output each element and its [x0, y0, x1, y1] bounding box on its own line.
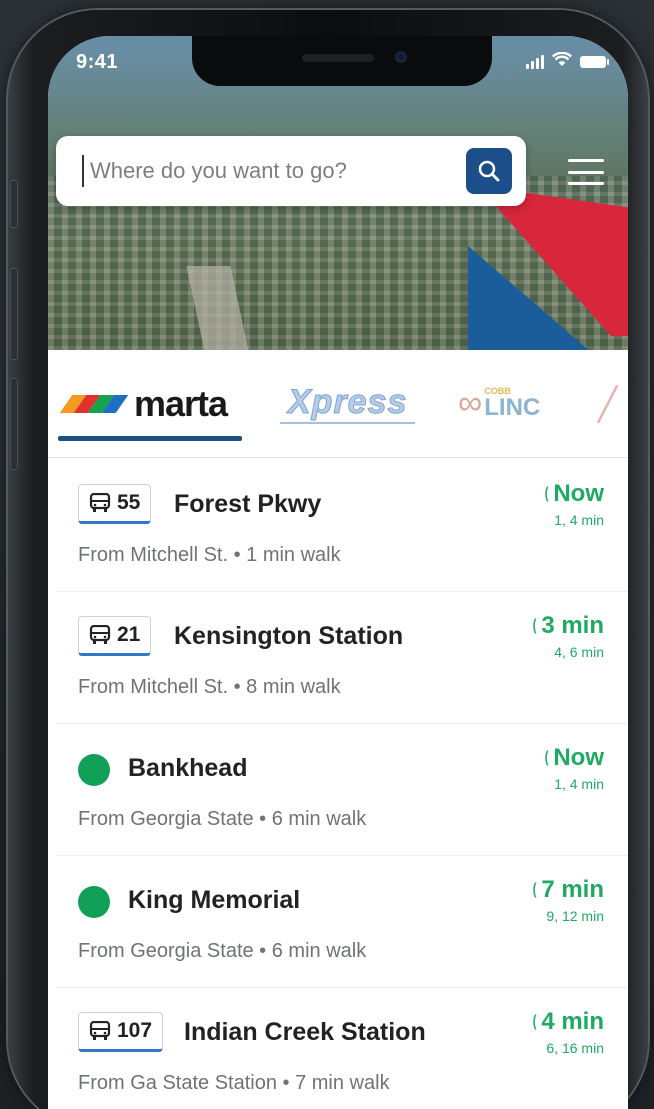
xpress-logo-text: Xpress: [280, 383, 416, 424]
walk-info: From Mitchell St. • 1 min walk: [78, 544, 341, 566]
eta-next: 4, 6 min: [554, 644, 604, 660]
destination-name: Kensington Station: [174, 622, 404, 650]
eta-primary: Now: [553, 480, 604, 507]
eta-primary: 4 min: [541, 1008, 604, 1035]
cobblinc-logo-icon: ∞: [458, 384, 483, 422]
route-number: 107: [117, 1019, 153, 1042]
search-button[interactable]: [466, 148, 512, 194]
destination-name: Forest Pkwy: [174, 490, 322, 518]
bus-icon: [89, 493, 111, 512]
cobblinc-logo-big: LINC: [484, 394, 541, 421]
route-number: 21: [117, 623, 141, 646]
walk-info: From Ga State Station • 7 min walk: [78, 1072, 390, 1094]
eta-primary: Now: [553, 744, 604, 771]
eta-next: 1, 4 min: [554, 512, 604, 528]
bus-icon: [89, 625, 111, 644]
phone-screen: 9:41 marta: [48, 36, 628, 1109]
volume-down-button: [10, 378, 18, 470]
arrival-time: (3 min 4, 6 min: [532, 612, 604, 660]
arrival-time: (4 min 6, 16 min: [532, 1008, 604, 1056]
arrival-time: (7 min 9, 12 min: [532, 876, 604, 924]
tab-gwinnett[interactable]: ╱: [598, 350, 617, 457]
realtime-icon: (: [532, 1013, 537, 1030]
eta-next: 1, 4 min: [554, 776, 604, 792]
walk-info: From Mitchell St. • 8 min walk: [78, 676, 341, 698]
route-number: 55: [117, 491, 141, 514]
departure-row[interactable]: 107 Indian Creek Station From Ga State S…: [56, 988, 628, 1109]
departure-row[interactable]: King Memorial From Georgia State • 6 min…: [56, 856, 628, 988]
eta-primary: 7 min: [541, 876, 604, 903]
selected-tab-indicator: [58, 436, 242, 441]
signal-icon: [526, 55, 544, 69]
cobblinc-logo: COBB LINC: [484, 387, 540, 420]
earpiece-speaker: [302, 54, 374, 62]
route-badge: 55: [78, 484, 152, 524]
departures-list: 55 Forest Pkwy From Mitchell St. • 1 min…: [56, 460, 628, 1109]
destination-name: Indian Creek Station: [184, 1018, 426, 1046]
departure-row[interactable]: 55 Forest Pkwy From Mitchell St. • 1 min…: [56, 460, 628, 592]
front-camera: [395, 51, 407, 63]
destination-name: King Memorial: [128, 886, 301, 914]
departure-row[interactable]: 21 Kensington Station From Mitchell St. …: [56, 592, 628, 724]
arrival-time: (Now 1, 4 min: [544, 480, 604, 528]
notch: [192, 36, 492, 86]
realtime-icon: (: [532, 617, 537, 634]
walk-info: From Georgia State • 6 min walk: [78, 808, 367, 830]
route-badge: 107: [78, 1012, 164, 1052]
bus-icon: [89, 1021, 111, 1040]
hamburger-menu-icon[interactable]: [568, 159, 604, 185]
agency-tabs: marta Xpress ∞ COBB LINC ╱: [48, 350, 628, 458]
tab-xpress[interactable]: Xpress: [280, 350, 416, 457]
search-bar: [56, 136, 526, 206]
eta-next: 9, 12 min: [546, 908, 604, 924]
eta-primary: 3 min: [541, 612, 604, 639]
mute-switch: [10, 180, 18, 228]
gwinnett-logo-icon: ╱: [598, 385, 618, 422]
arrival-time: (Now 1, 4 min: [544, 744, 604, 792]
search-input[interactable]: [82, 155, 466, 187]
battery-icon: [580, 56, 609, 68]
green-line-icon: [78, 886, 110, 918]
green-line-icon: [78, 754, 110, 786]
realtime-icon: (: [544, 749, 549, 766]
status-time: 9:41: [76, 50, 119, 73]
marta-logo-text: marta: [134, 382, 228, 424]
wifi-icon: [551, 51, 573, 72]
marta-logo-icon: [59, 394, 129, 413]
realtime-icon: (: [532, 881, 537, 898]
destination-name: Bankhead: [128, 754, 248, 782]
status-icons: [526, 51, 609, 72]
volume-up-button: [10, 268, 18, 360]
tab-cobblinc[interactable]: ∞ COBB LINC: [458, 350, 540, 457]
search-icon: [478, 160, 500, 182]
realtime-icon: (: [544, 485, 549, 502]
route-badge: 21: [78, 616, 152, 656]
departure-row[interactable]: Bankhead From Georgia State • 6 min walk…: [56, 724, 628, 856]
eta-next: 6, 16 min: [546, 1040, 604, 1056]
walk-info: From Georgia State • 6 min walk: [78, 940, 367, 962]
